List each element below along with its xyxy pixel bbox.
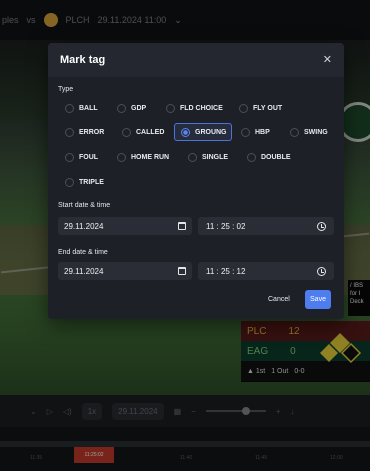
option-label: FOUL [79,153,99,161]
start-date-field[interactable]: 29.11.2024 [58,217,192,235]
option-label: BALL [79,104,98,112]
option-label: GROUNG [195,128,227,136]
option-home-run[interactable]: HOME RUN [111,148,179,166]
option-ball[interactable]: BALL [59,99,103,117]
option-label: FLD CHOICE [180,104,223,112]
radio-icon[interactable] [241,127,250,137]
option-swing[interactable]: SWING [284,123,340,141]
mark-tag-dialog: Mark tag ✕ Type BALL GDP FLD CHOICE FLY … [48,43,344,319]
option-single[interactable]: SINGLE [182,148,238,166]
option-label: GDP [131,104,147,112]
option-label: HBP [255,128,270,136]
radio-icon[interactable] [65,103,74,113]
option-label: HOME RUN [131,153,170,161]
radio-selected-icon[interactable] [181,127,190,137]
option-label: ERROR [79,128,105,136]
option-label: SWING [304,128,328,136]
option-fly-out[interactable]: FLY OUT [233,99,289,117]
radio-icon[interactable] [188,152,197,162]
calendar-icon[interactable] [178,222,186,230]
cancel-button[interactable]: Cancel [268,291,290,307]
option-hbp[interactable]: HBP [235,123,279,141]
radio-icon[interactable] [65,127,74,137]
option-double[interactable]: DOUBLE [241,148,301,166]
end-date-value[interactable]: 29.11.2024 [64,267,103,276]
end-time-value[interactable]: 11 : 25 : 12 [206,267,245,276]
app-screen: ples vs PLCH 29.11.2024 11:00 ⌄ / IBS fo… [0,0,370,471]
clock-icon[interactable] [317,221,326,231]
option-label: CALLED [136,128,165,136]
radio-icon[interactable] [65,177,74,187]
close-icon[interactable]: ✕ [323,53,332,66]
radio-icon[interactable] [290,127,299,137]
option-fld-choice[interactable]: FLD CHOICE [160,99,226,117]
dialog-header: Mark tag ✕ [48,43,344,77]
save-button[interactable]: Save [305,290,331,309]
clock-icon[interactable] [317,266,326,276]
end-label: End date & time [58,249,108,256]
radio-icon[interactable] [122,127,131,137]
option-label: TRIPLE [79,178,104,186]
option-foul[interactable]: FOUL [59,148,107,166]
radio-icon[interactable] [239,103,248,113]
option-groung[interactable]: GROUNG [174,123,232,141]
radio-icon[interactable] [65,152,74,162]
option-gdp[interactable]: GDP [111,99,151,117]
start-label: Start date & time [58,202,111,209]
option-error[interactable]: ERROR [59,123,111,141]
radio-icon[interactable] [247,152,256,162]
option-triple[interactable]: TRIPLE [59,173,113,191]
option-called[interactable]: CALLED [116,123,170,141]
start-time-field[interactable]: 11 : 25 : 02 [198,217,334,235]
radio-icon[interactable] [117,152,126,162]
option-label: SINGLE [202,153,229,161]
start-time-value[interactable]: 11 : 25 : 02 [206,222,245,231]
option-label: DOUBLE [261,153,291,161]
end-date-field[interactable]: 29.11.2024 [58,262,192,280]
radio-icon[interactable] [117,103,126,113]
end-time-field[interactable]: 11 : 25 : 12 [198,262,334,280]
radio-icon[interactable] [166,103,175,113]
option-label: FLY OUT [253,104,283,112]
dialog-title: Mark tag [60,54,106,66]
start-date-value[interactable]: 29.11.2024 [64,222,103,231]
type-label: Type [58,86,74,93]
calendar-icon[interactable] [178,267,186,275]
